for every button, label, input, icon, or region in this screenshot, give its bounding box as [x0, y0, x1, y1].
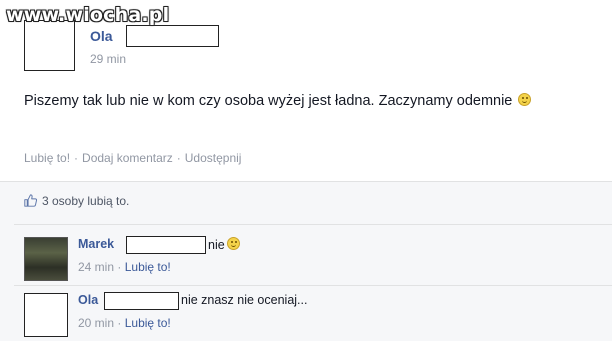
add-comment-link[interactable]: Dodaj komentarz: [82, 151, 173, 165]
divider: [14, 285, 612, 286]
redacted-surname: [104, 292, 179, 310]
post-body: Piszemy tak lub nie w kom czy osoba wyże…: [24, 90, 584, 112]
post-text: Piszemy tak lub nie w kom czy osoba wyże…: [24, 93, 513, 109]
comment-meta: 20 min · Lubię to!: [78, 316, 171, 330]
post-author-avatar[interactable]: [24, 20, 75, 71]
post-author-name[interactable]: Ola: [90, 28, 113, 44]
separator: ·: [117, 316, 122, 330]
divider: [14, 224, 612, 225]
post-timestamp[interactable]: 29 min: [90, 52, 126, 66]
comment-like-link[interactable]: Lubię to!: [125, 260, 171, 274]
comment-text: nie: [208, 237, 240, 252]
thumbs-up-icon: [24, 194, 37, 207]
likes-count-text[interactable]: 3 osoby lubią to.: [42, 194, 129, 208]
smiley-icon: [518, 93, 532, 106]
separator: ·: [74, 151, 79, 165]
feed-post: www.wiocha.pl Ola 29 min Piszemy tak lub…: [0, 0, 612, 341]
redacted-surname: [126, 236, 206, 254]
share-link[interactable]: Udostępnij: [185, 151, 242, 165]
comment-text: nie znasz nie oceniaj...: [181, 293, 308, 307]
comment-meta: 24 min · Lubię to!: [78, 260, 171, 274]
commenter-avatar[interactable]: [24, 293, 68, 337]
comment-text-value: nie: [208, 238, 225, 252]
comment-timestamp[interactable]: 24 min: [78, 260, 114, 274]
commenter-name[interactable]: Ola: [78, 293, 98, 307]
separator: ·: [117, 260, 122, 274]
separator: ·: [176, 151, 181, 165]
redacted-surname: [126, 25, 219, 47]
likes-summary[interactable]: 3 osoby lubią to.: [24, 194, 129, 208]
comment-like-link[interactable]: Lubię to!: [125, 316, 171, 330]
commenter-name[interactable]: Marek: [78, 237, 114, 251]
watermark: www.wiocha.pl: [6, 4, 170, 26]
commenter-avatar[interactable]: [24, 237, 68, 281]
like-link[interactable]: Lubię to!: [24, 151, 70, 165]
comment-timestamp[interactable]: 20 min: [78, 316, 114, 330]
smiley-icon: [226, 237, 240, 250]
feedback-section: 3 osoby lubią to. Marek nie 24 min · Lub…: [0, 181, 612, 341]
post-actions: Lubię to! · Dodaj komentarz · Udostępnij: [24, 151, 241, 165]
